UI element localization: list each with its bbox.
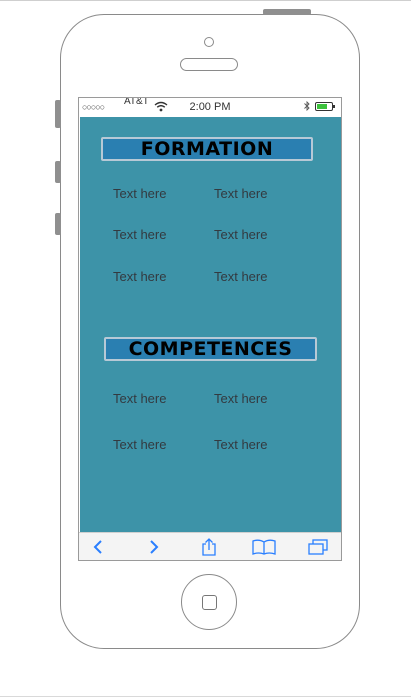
- text-cell: Text here: [113, 186, 167, 201]
- text-cell: Text here: [214, 391, 268, 406]
- text-cell: Text here: [113, 437, 167, 452]
- volume-up-button[interactable]: [55, 161, 61, 183]
- front-camera: [204, 37, 214, 47]
- forward-icon[interactable]: [143, 533, 165, 560]
- status-time: 2:00 PM: [189, 101, 231, 113]
- home-square-icon: [202, 595, 217, 610]
- text-cell: Text here: [113, 391, 167, 406]
- section-title-formation: FORMATION: [101, 137, 313, 161]
- section-title-competences: COMPETENCES: [104, 337, 317, 361]
- page-content: FORMATION Text here Text here Text here …: [80, 117, 341, 532]
- text-cell: Text here: [214, 186, 268, 201]
- share-icon[interactable]: [198, 533, 220, 560]
- text-cell: Text here: [113, 227, 167, 242]
- browser-toolbar: [79, 532, 341, 560]
- text-cell: Text here: [214, 227, 268, 242]
- volume-down-button[interactable]: [55, 213, 61, 235]
- text-cell: Text here: [113, 269, 167, 284]
- bottom-divider: [0, 696, 411, 697]
- text-cell: Text here: [214, 269, 268, 284]
- battery-icon: [315, 102, 335, 111]
- back-icon[interactable]: [87, 533, 109, 560]
- bookmarks-icon[interactable]: [250, 533, 278, 560]
- home-button[interactable]: [181, 574, 237, 630]
- top-divider: [0, 0, 411, 1]
- mute-switch[interactable]: [55, 100, 61, 128]
- phone-screen: ○○○○○ AT&T 2:00 PM FORMATION Text here T…: [78, 97, 342, 561]
- battery-fill: [317, 104, 327, 109]
- earpiece-speaker: [180, 58, 238, 71]
- power-button[interactable]: [263, 9, 311, 15]
- text-cell: Text here: [214, 437, 268, 452]
- status-bar: ○○○○○ AT&T 2:00 PM: [79, 98, 341, 117]
- bluetooth-icon: [304, 100, 310, 114]
- tabs-icon[interactable]: [305, 533, 331, 560]
